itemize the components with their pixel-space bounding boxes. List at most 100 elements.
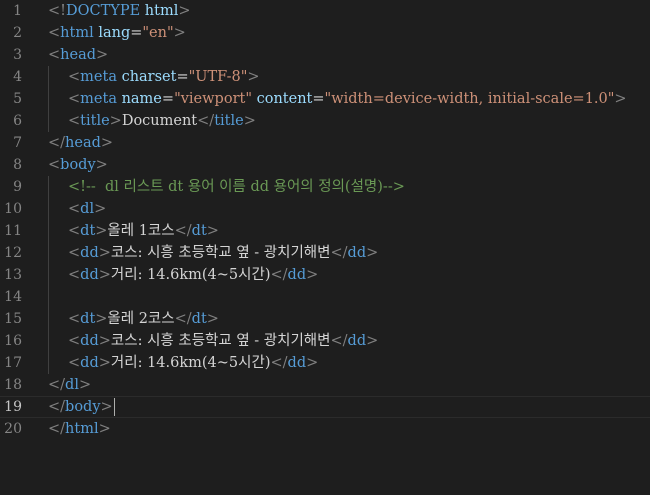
code-text: <meta charset="UTF-8"> (48, 66, 260, 88)
code-token-tag: head (60, 47, 97, 63)
line-number: 15 (4, 311, 22, 327)
code-token-tag: head (65, 135, 101, 151)
code-token-punc: > (109, 113, 122, 129)
code-token-punc: > (206, 223, 219, 239)
code-token-txt: Document (121, 113, 198, 129)
code-token-tag: meta (80, 91, 117, 107)
indent-guide (48, 66, 68, 88)
code-line[interactable]: 1 <!DOCTYPE html> (0, 0, 650, 22)
code-line[interactable]: 8 <body> (0, 154, 650, 176)
indent-guide (48, 220, 68, 242)
code-token-punc: < (68, 245, 81, 261)
code-line[interactable]: 16 <dd>코스: 시흥 초등학교 옆 - 광치기해변</dd> (0, 330, 650, 352)
code-token-punc: > (306, 355, 319, 371)
code-token-punc: > (614, 91, 627, 107)
code-token-tag: body (60, 157, 96, 173)
code-token-txt: 올레 1코스 (107, 223, 175, 239)
indent-guide (48, 286, 68, 308)
code-token-tag: meta (80, 69, 117, 85)
line-number: 17 (4, 355, 22, 371)
line-number: 10 (4, 201, 22, 217)
code-text (48, 286, 68, 308)
code-text: </body> (48, 396, 115, 418)
code-token-tag: dd (287, 355, 307, 371)
code-line[interactable]: 6 <title>Document</title> (0, 110, 650, 132)
code-token-str: "UTF-8" (188, 69, 248, 85)
code-token-punc: </ (197, 113, 215, 129)
code-line[interactable]: 20 </html> (0, 418, 650, 440)
code-token-punc: > (247, 69, 260, 85)
code-text: <dd>코스: 시흥 초등학교 옆 - 광치기해변</dd> (48, 330, 378, 352)
line-number: 19 (4, 399, 22, 415)
code-token-txt: 올레 2코스 (107, 311, 175, 327)
code-line[interactable]: 15 <dt>올레 2코스</dt> (0, 308, 650, 330)
code-token-tag: dd (347, 245, 367, 261)
code-token-txt: 코스: 시흥 초등학교 옆 - 광치기해변 (110, 245, 331, 261)
code-line[interactable]: 12 <dd>코스: 시흥 초등학교 옆 - 광치기해변</dd> (0, 242, 650, 264)
code-token-punc: < (68, 201, 81, 217)
code-line[interactable]: 18 </dl> (0, 374, 650, 396)
code-token-tag: title (80, 113, 110, 129)
line-number: 4 (13, 69, 22, 85)
code-line[interactable]: 5 <meta name="viewport" content="width=de… (0, 88, 650, 110)
code-token-tag: html (60, 25, 94, 41)
code-token-tag: DOCTYPE (65, 3, 141, 19)
indent-guide (48, 330, 68, 352)
code-token-tag: body (65, 399, 101, 415)
code-token-tag: dd (80, 355, 99, 371)
code-token-punc: < (48, 47, 61, 63)
code-token-punc: < (48, 25, 61, 41)
code-token-punc: < (68, 311, 81, 327)
code-line[interactable]: 14 (0, 286, 650, 308)
code-token-punc: < (68, 267, 81, 283)
line-number: 3 (13, 47, 22, 63)
code-text: <body> (48, 154, 108, 176)
code-line[interactable]: 3 <head> (0, 44, 650, 66)
code-line[interactable]: 17 <dd>거리: 14.6km(4~5시간)</dd> (0, 352, 650, 374)
code-token-punc: < (68, 69, 81, 85)
code-token-punc: < (48, 157, 61, 173)
code-token-punc: </ (48, 135, 66, 151)
code-token-tag: dd (80, 267, 99, 283)
code-text: <dt>올레 2코스</dt> (48, 308, 219, 330)
code-line[interactable]: 11 <dt>올레 1코스</dt> (0, 220, 650, 242)
code-token-punc: > (178, 3, 191, 19)
code-token-txt: = (161, 91, 175, 107)
code-line[interactable]: 9 <!-- dl 리스트 dt 용어 이름 dd 용어의 정의(설명)--> (0, 176, 650, 198)
code-line[interactable]: 2 <html lang="en"> (0, 22, 650, 44)
line-number: 14 (4, 289, 22, 305)
code-line[interactable]: 4 <meta charset="UTF-8"> (0, 66, 650, 88)
indent-guide (48, 176, 68, 198)
line-number: 6 (13, 113, 22, 129)
code-text: <dd>거리: 14.6km(4~5시간)</dd> (48, 352, 318, 374)
code-line[interactable]: 10 <dl> (0, 198, 650, 220)
code-token-punc: </ (48, 377, 66, 393)
code-token-punc: < (68, 355, 81, 371)
indent-guide (48, 198, 68, 220)
code-token-tag: dt (191, 223, 207, 239)
code-token-attr: content (256, 91, 313, 107)
code-token-punc: > (94, 201, 107, 217)
code-token-punc: < (68, 333, 81, 349)
code-editor[interactable]: 1 <!DOCTYPE html> 2 <html lang="en"> 3 <head>… (0, 0, 650, 495)
code-token-punc: > (78, 377, 92, 393)
code-text: <!DOCTYPE html> (48, 0, 191, 22)
code-line[interactable]: 13 <dd>거리: 14.6km(4~5시간)</dd> (0, 264, 650, 286)
code-token-punc: </ (270, 267, 288, 283)
line-number: 2 (13, 25, 22, 41)
code-text: <dt>올레 1코스</dt> (48, 220, 219, 242)
code-text: <!-- dl 리스트 dt 용어 이름 dd 용어의 정의(설명)--> (48, 176, 405, 198)
code-token-punc: < (68, 91, 81, 107)
code-token-attr: lang (98, 25, 131, 41)
code-text: <html lang="en"> (48, 22, 186, 44)
code-token-punc: > (98, 355, 111, 371)
code-text: <dd>코스: 시흥 초등학교 옆 - 광치기해변</dd> (48, 242, 378, 264)
code-line[interactable]: 7 </head> (0, 132, 650, 154)
code-text: </head> (48, 132, 113, 154)
code-token-punc: > (96, 47, 109, 63)
indent-guide (48, 110, 68, 132)
code-line[interactable]: 19 </body> (0, 396, 650, 418)
code-token-punc: </ (174, 223, 192, 239)
code-token-punc: </ (330, 333, 348, 349)
code-token-punc: > (366, 245, 379, 261)
